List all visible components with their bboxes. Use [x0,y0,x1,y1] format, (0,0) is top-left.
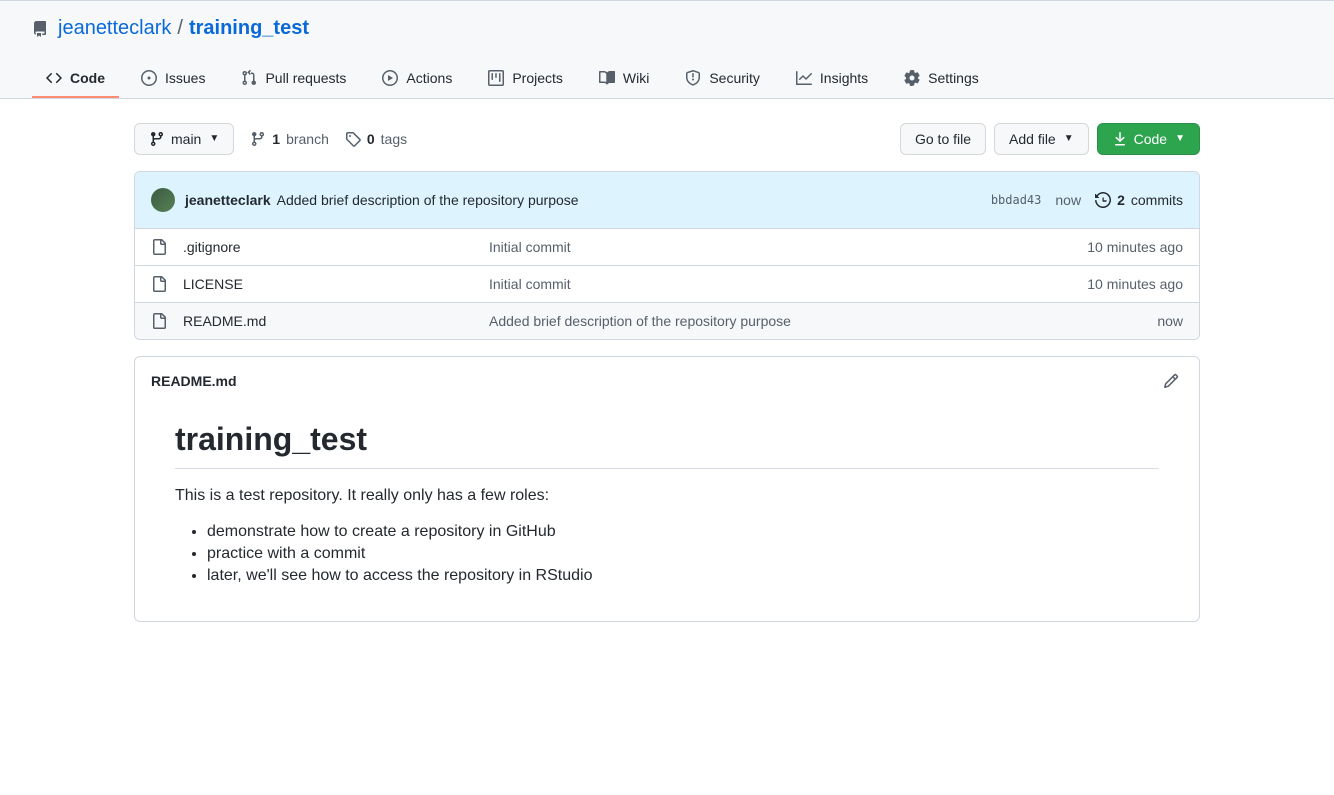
breadcrumb: jeanetteclark / training_test [32,17,1302,40]
file-commit-message[interactable]: Added brief description of the repositor… [489,313,1141,329]
tab-pull-requests[interactable]: Pull requests [227,60,360,98]
readme-body: training_test This is a test repository.… [135,405,1199,621]
tags-label: tags [381,131,407,147]
file-name[interactable]: LICENSE [183,276,473,292]
file-icon [151,313,167,329]
readme-bullet: practice with a commit [207,545,1159,563]
breadcrumb-separator: / [177,17,183,40]
tab-actions[interactable]: Actions [368,60,466,98]
branch-name: main [171,129,201,149]
readme-intro: This is a test repository. It really onl… [175,487,1159,505]
file-row: .gitignore Initial commit 10 minutes ago [135,229,1199,266]
readme-heading: training_test [175,421,1159,469]
readme-list: demonstrate how to create a repository i… [175,523,1159,585]
go-to-file-button[interactable]: Go to file [900,123,986,155]
commit-time: now [1055,192,1081,208]
file-name[interactable]: .gitignore [183,239,473,255]
file-icon [151,239,167,255]
branch-label: branch [286,131,329,147]
commit-message[interactable]: Added brief description of the repositor… [277,192,579,208]
file-row: LICENSE Initial commit 10 minutes ago [135,266,1199,303]
file-time: now [1157,313,1183,329]
tab-insights[interactable]: Insights [782,60,882,98]
latest-commit-header: jeanetteclark Added brief description of… [135,172,1199,229]
edit-readme-button[interactable] [1159,369,1183,393]
caret-down-icon: ▼ [1064,129,1074,149]
tab-label: Projects [512,70,563,86]
commits-label: commits [1131,192,1183,208]
file-commit-message[interactable]: Initial commit [489,239,1071,255]
readme-bullet: later, we'll see how to access the repos… [207,567,1159,585]
file-time: 10 minutes ago [1087,276,1183,292]
code-download-button[interactable]: Code ▼ [1097,123,1200,155]
tab-label: Wiki [623,70,649,86]
repo-tabs: Code Issues Pull requests Actions Projec… [32,60,1302,98]
caret-down-icon: ▼ [1175,129,1185,149]
tab-label: Insights [820,70,868,86]
tab-wiki[interactable]: Wiki [585,60,663,98]
file-name[interactable]: README.md [183,313,473,329]
branch-select-button[interactable]: main ▼ [134,123,234,155]
file-row: README.md Added brief description of the… [135,303,1199,339]
commits-link[interactable]: 2 commits [1095,192,1183,208]
tab-projects[interactable]: Projects [474,60,577,98]
tags-count: 0 [367,131,375,147]
readme-box: README.md training_test This is a test r… [134,356,1200,622]
file-toolbar: main ▼ 1 branch 0 tags Go to file Add fi… [134,123,1200,155]
owner-link[interactable]: jeanetteclark [58,17,171,40]
file-time: 10 minutes ago [1087,239,1183,255]
repo-header: jeanetteclark / training_test Code Issue… [0,1,1334,99]
branches-link[interactable]: 1 branch [250,131,329,147]
tab-code[interactable]: Code [32,60,119,98]
repo-icon [32,21,48,37]
readme-bullet: demonstrate how to create a repository i… [207,523,1159,541]
branch-count: 1 [272,131,280,147]
caret-down-icon: ▼ [209,129,219,149]
file-icon [151,276,167,292]
file-commit-message[interactable]: Initial commit [489,276,1071,292]
tab-issues[interactable]: Issues [127,60,219,98]
file-browser: jeanetteclark Added brief description of… [134,171,1200,340]
tab-label: Code [70,70,105,86]
tab-label: Actions [406,70,452,86]
tab-label: Issues [165,70,205,86]
readme-filename[interactable]: README.md [151,373,237,389]
tab-label: Pull requests [265,70,346,86]
commit-author[interactable]: jeanetteclark [185,192,271,208]
tags-link[interactable]: 0 tags [345,131,407,147]
add-file-button[interactable]: Add file ▼ [994,123,1089,155]
tab-label: Security [709,70,760,86]
tab-label: Settings [928,70,979,86]
commits-count: 2 [1117,192,1125,208]
avatar[interactable] [151,188,175,212]
pencil-icon [1163,373,1179,389]
tab-settings[interactable]: Settings [890,60,993,98]
tab-security[interactable]: Security [671,60,774,98]
repo-link[interactable]: training_test [189,17,309,40]
commit-sha[interactable]: bbdad43 [991,193,1042,207]
